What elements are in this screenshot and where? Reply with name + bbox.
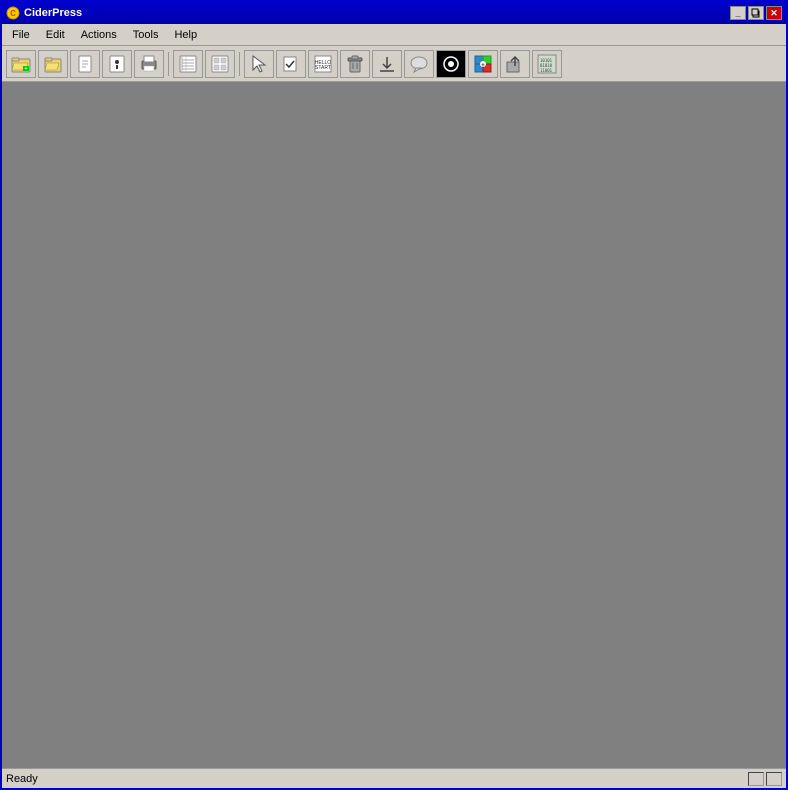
preferences-button[interactable]	[436, 50, 466, 78]
print-button[interactable]	[134, 50, 164, 78]
delete-button[interactable]	[340, 50, 370, 78]
edit-button[interactable]	[276, 50, 306, 78]
binary-button[interactable]: 10101 01010 11001	[532, 50, 562, 78]
menu-bar: File Edit Actions Tools Help	[2, 24, 786, 46]
restore-button[interactable]	[748, 6, 764, 20]
svg-text:+: +	[481, 63, 485, 69]
toolbar: +	[2, 46, 786, 82]
view-icons-button[interactable]	[205, 50, 235, 78]
app-icon: C	[6, 6, 20, 20]
main-content	[2, 82, 786, 768]
menu-tools[interactable]: Tools	[125, 27, 167, 43]
status-text: Ready	[6, 773, 748, 785]
close-button[interactable]: ✕	[766, 6, 782, 20]
status-panel-1	[748, 772, 764, 786]
comment-button[interactable]	[404, 50, 434, 78]
title-bar: C CiderPress _ ✕	[2, 2, 786, 24]
open-folder-button[interactable]: +	[6, 50, 36, 78]
menu-actions[interactable]: Actions	[73, 27, 125, 43]
status-right	[748, 772, 782, 786]
export-button[interactable]	[500, 50, 530, 78]
toolbar-separator-2	[239, 52, 240, 76]
view-list-button[interactable]	[173, 50, 203, 78]
status-bar: Ready	[2, 768, 786, 788]
svg-text:C: C	[10, 9, 16, 18]
svg-text:+: +	[25, 66, 28, 72]
select-button[interactable]	[244, 50, 274, 78]
title-left: C CiderPress	[6, 6, 82, 20]
info-button[interactable]	[102, 50, 132, 78]
svg-text:11001: 11001	[540, 68, 553, 73]
title-text: CiderPress	[24, 7, 82, 19]
status-panel-2	[766, 772, 782, 786]
minimize-button[interactable]: _	[730, 6, 746, 20]
app-window: C CiderPress _ ✕ File Edit Actions Tools…	[0, 0, 788, 790]
svg-text:START: START	[315, 65, 331, 71]
extract-button[interactable]	[372, 50, 402, 78]
window-controls: _ ✕	[730, 6, 782, 20]
menu-help[interactable]: Help	[166, 27, 205, 43]
menu-file[interactable]: File	[4, 27, 38, 43]
new-button[interactable]	[70, 50, 100, 78]
toolbar-separator-1	[168, 52, 169, 76]
open-recent-button[interactable]	[38, 50, 68, 78]
menu-edit[interactable]: Edit	[38, 27, 73, 43]
hello-start-button[interactable]: HELLO START	[308, 50, 338, 78]
add-files-button[interactable]: +	[468, 50, 498, 78]
